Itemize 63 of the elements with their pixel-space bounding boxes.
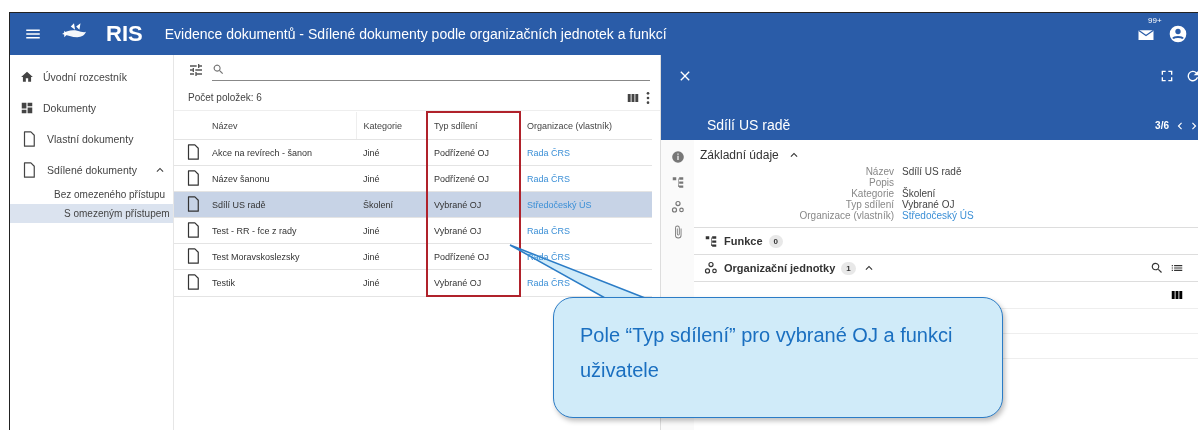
home-icon (20, 69, 34, 84)
table-cell: Vybrané OJ (427, 217, 520, 244)
notification-count: 99+ (1148, 16, 1162, 25)
account-icon[interactable] (1168, 24, 1188, 44)
column-header[interactable]: Kategorie (356, 112, 427, 140)
sidebar-subitem[interactable]: Bez omezeného přístupu (10, 185, 173, 204)
field-value: Vybrané OJ (902, 199, 955, 210)
sidebar-item[interactable]: Úvodní rozcestník (10, 61, 173, 92)
table-cell: Vybrané OJ (427, 191, 520, 218)
count-chip: 0 (768, 234, 783, 248)
group-title: Funkce (724, 235, 763, 247)
table-cell: Jiné (356, 139, 427, 166)
field-label: Organizace (vlastník) (798, 210, 894, 221)
field-label: Kategorie (850, 188, 894, 199)
table-cell: Jiné (356, 243, 427, 270)
circles-icon[interactable] (670, 200, 685, 214)
section-title: Základní údaje (700, 148, 779, 162)
column-header[interactable]: Název (206, 112, 357, 140)
table-cell: Název šanonu (206, 165, 357, 192)
sidebar-subitem[interactable]: S omezeným přístupem (10, 204, 173, 223)
sidebar-item[interactable]: Dokumenty (10, 92, 173, 123)
app-name: RIS (106, 21, 143, 47)
table-cell: Podřízené OJ (427, 139, 520, 166)
field-link[interactable]: Středočeský ÚS (902, 210, 1198, 221)
sidebar-item[interactable]: Vlastní dokumenty (10, 123, 173, 154)
organization-link[interactable]: Rada ČRS (519, 217, 652, 244)
filter-settings-icon[interactable] (188, 62, 204, 78)
field-value: Sdílí US radě (902, 166, 963, 177)
table-cell: Jiné (356, 165, 427, 192)
dashboard-icon (20, 100, 34, 115)
column-header[interactable]: Typ sdílení (427, 112, 520, 140)
hierarchy-icon (704, 234, 718, 248)
item-count: Počet položek: 6 (188, 92, 263, 103)
organization-link[interactable]: Rada ČRS (519, 139, 652, 166)
table-cell: Vybrané OJ (427, 269, 520, 296)
table-cell: Jiné (356, 217, 427, 244)
page-title: Evidence dokumentů - Sdílené dokumenty podle organizačních jednotek a funkcí (164, 26, 668, 42)
info-icon[interactable] (670, 150, 685, 164)
field-label: Název (864, 166, 894, 177)
fullscreen-icon[interactable] (1159, 68, 1175, 84)
group-title: Organizační jednotky (724, 262, 836, 274)
sidebar-item[interactable]: Sdílené dokumenty (10, 154, 173, 185)
field-label: Typ sdílení (845, 199, 894, 210)
detail-title: Sdílí US radě (707, 117, 791, 133)
table-cell: Sdílí US radě (206, 191, 357, 218)
table-cell: Test - RR - fce z rady (206, 217, 357, 244)
field-label: Popis (869, 177, 894, 188)
table-cell: Testik (206, 269, 357, 296)
refresh-icon[interactable] (1185, 68, 1198, 84)
table-cell: Jiné (356, 269, 427, 296)
table-cell: Akce na revírech - šanon (206, 139, 357, 166)
table-cell: Test Moravskoslezsky (206, 243, 357, 270)
table-cell: Školení (356, 191, 427, 218)
circles-icon (704, 261, 718, 275)
search-icon[interactable] (1150, 261, 1164, 275)
columns-icon[interactable] (1170, 288, 1184, 302)
field-value: Školení (902, 188, 937, 199)
search-icon (212, 63, 225, 76)
organization-link[interactable]: Rada ČRS (519, 165, 652, 192)
column-header[interactable]: Organizace (vlastník) (519, 112, 652, 140)
record-position: 3/6 (1155, 120, 1169, 133)
count-chip: 1 (841, 261, 856, 275)
hierarchy-icon[interactable] (670, 175, 685, 189)
